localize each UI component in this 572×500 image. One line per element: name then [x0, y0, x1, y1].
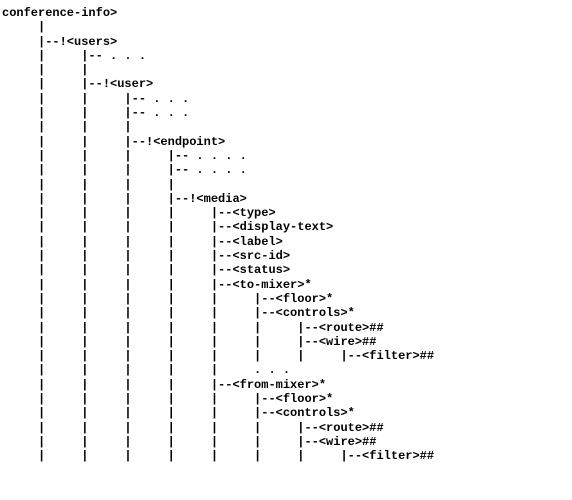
root-element: conference-info>: [2, 6, 117, 20]
xml-tree-diagram: conference-info> | |--!<users> | |-- . .…: [0, 0, 572, 464]
tree-body: | |--!<users> | |-- . . . | | | |--!<use…: [2, 20, 434, 463]
